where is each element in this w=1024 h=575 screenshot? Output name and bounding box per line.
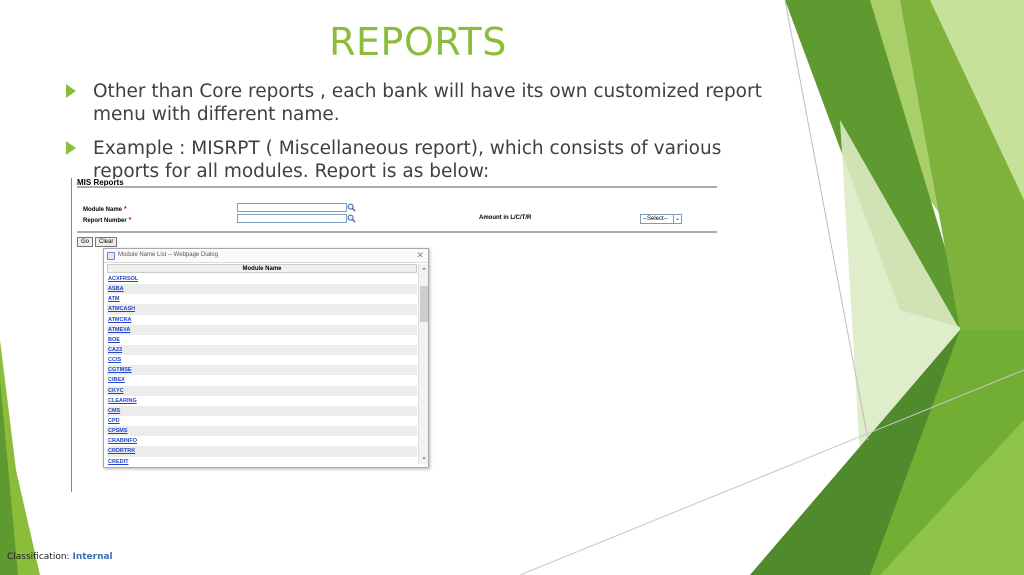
scrollbar-thumb[interactable] bbox=[420, 286, 428, 322]
module-link[interactable]: CRABINFO bbox=[107, 436, 417, 446]
module-name-dialog: Module Name List -- Webpage Dialog ✕ Mod… bbox=[103, 248, 429, 468]
bullet-item: Other than Core reports , each bank will… bbox=[66, 80, 766, 126]
amount-label: Amount in L/C/T/R bbox=[479, 215, 532, 221]
divider bbox=[71, 178, 72, 492]
module-link[interactable]: CGTMSE bbox=[107, 365, 417, 376]
module-link[interactable]: CKYC bbox=[107, 385, 417, 396]
module-link[interactable]: CREDIT bbox=[107, 457, 417, 467]
mis-reports-screenshot: MIS Reports Module Name * Report Number * … bbox=[71, 176, 717, 492]
bullet-arrow-icon bbox=[66, 141, 76, 155]
bullet-text: Example : MISRPT ( Miscellaneous report)… bbox=[93, 138, 722, 179]
module-link[interactable]: CPSMS bbox=[107, 426, 417, 437]
module-link[interactable]: ACXFRSOL bbox=[107, 274, 417, 284]
amount-select[interactable]: --Select-- ⌄ bbox=[640, 214, 682, 224]
report-form: Module Name * Report Number * Amount in L/… bbox=[77, 186, 717, 233]
module-link[interactable]: CCIS bbox=[107, 355, 417, 365]
module-link[interactable]: CIBEX bbox=[107, 375, 417, 385]
classification-footer: Classification: Internal bbox=[7, 552, 113, 562]
report-search-icon[interactable] bbox=[347, 214, 356, 223]
bullet-item: Example : MISRPT ( Miscellaneous report)… bbox=[66, 137, 766, 179]
module-name-label: Module Name * bbox=[83, 206, 127, 213]
chevron-down-icon: ⌄ bbox=[673, 215, 681, 223]
module-link[interactable]: CA23 bbox=[107, 344, 417, 356]
module-link[interactable]: ATMCASH bbox=[107, 304, 417, 315]
module-link[interactable]: CMS bbox=[107, 405, 417, 416]
classification-label: Classification: bbox=[7, 552, 70, 562]
dialog-title: Module Name List -- Webpage Dialog bbox=[118, 252, 218, 258]
module-link[interactable]: BOE bbox=[107, 335, 417, 345]
module-list: ACXFRSOL ASBA ATM ATMCASH ATMCRA ATMEVA BOE CA2… bbox=[107, 274, 417, 467]
module-link[interactable]: ASBA bbox=[107, 284, 417, 295]
module-link[interactable]: ATM bbox=[107, 294, 417, 304]
chevron-up-icon[interactable]: ⌃ bbox=[419, 267, 429, 277]
scrollbar[interactable]: ⌃ ⌄ bbox=[418, 264, 428, 464]
bullet-arrow-icon bbox=[66, 84, 76, 98]
chevron-down-icon[interactable]: ⌄ bbox=[419, 453, 429, 463]
dialog-titlebar: Module Name List -- Webpage Dialog ✕ bbox=[104, 249, 428, 263]
go-button[interactable]: Go bbox=[77, 237, 94, 247]
required-marker: * bbox=[128, 217, 132, 224]
bullet-text: Other than Core reports , each bank will… bbox=[93, 81, 762, 125]
module-search-icon[interactable] bbox=[347, 203, 356, 212]
module-name-input[interactable] bbox=[237, 203, 347, 212]
column-header: Module Name bbox=[107, 264, 417, 273]
amount-select-value: --Select-- bbox=[643, 216, 668, 222]
browser-page-icon bbox=[107, 252, 115, 260]
classification-value: Internal bbox=[72, 552, 113, 562]
clear-button[interactable]: Clear bbox=[95, 237, 118, 247]
report-number-input[interactable] bbox=[237, 214, 347, 223]
close-icon[interactable]: ✕ bbox=[416, 250, 424, 261]
module-link[interactable]: CLEARING bbox=[107, 396, 417, 406]
report-number-label: Report Number * bbox=[83, 217, 132, 224]
required-marker: * bbox=[124, 206, 127, 213]
slide-title: REPORTS bbox=[329, 20, 507, 64]
module-link[interactable]: CRDRTRK bbox=[107, 446, 417, 457]
module-link[interactable]: CPD bbox=[107, 416, 417, 426]
module-link[interactable]: ATMEVA bbox=[107, 324, 417, 335]
module-link[interactable]: ATMCRA bbox=[107, 315, 417, 325]
